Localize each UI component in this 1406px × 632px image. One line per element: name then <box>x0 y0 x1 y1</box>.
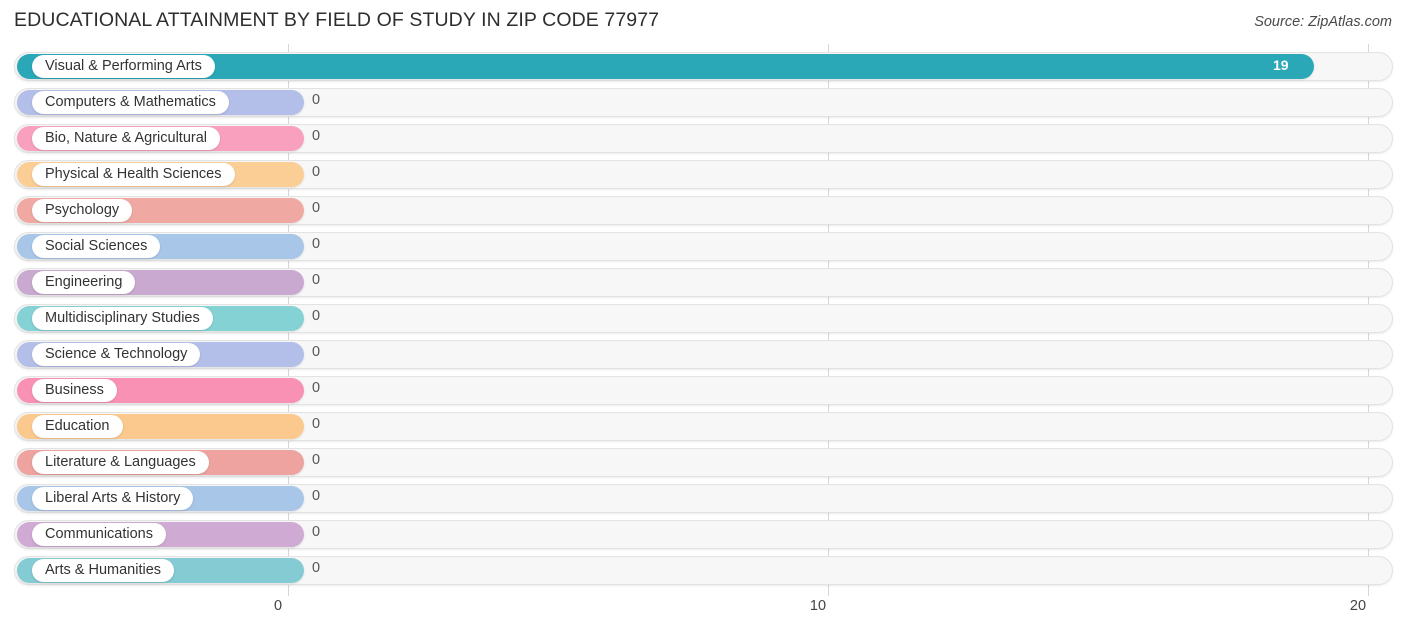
x-axis-tick-20: 20 <box>1349 598 1367 614</box>
category-label: Psychology <box>32 199 133 222</box>
bar-value-label: 0 <box>312 164 321 180</box>
bar-value-label: 0 <box>312 200 321 216</box>
bar-row[interactable]: Computers & Mathematics 0 <box>14 88 1393 117</box>
category-label: Literature & Languages <box>32 451 209 474</box>
bar-row[interactable]: Literature & Languages 0 <box>14 448 1393 477</box>
bar-rows: Visual & Performing Arts 19 Computers & Ma… <box>0 44 1406 596</box>
category-label: Engineering <box>32 271 136 294</box>
source-attribution: Source: ZipAtlas.com <box>1254 14 1392 30</box>
bar-row[interactable]: Communications 0 <box>14 520 1393 549</box>
page-title: EDUCATIONAL ATTAINMENT BY FIELD OF STUDY… <box>14 9 660 31</box>
bar-row[interactable]: Visual & Performing Arts 19 <box>14 52 1393 81</box>
chart-plot-area: Visual & Performing Arts 19 Computers & Ma… <box>0 44 1406 596</box>
category-label: Computers & Mathematics <box>32 91 229 114</box>
x-axis-tick-10: 10 <box>809 598 827 614</box>
category-label: Multidisciplinary Studies <box>32 307 213 330</box>
category-label: Physical & Health Sciences <box>32 163 235 186</box>
bar-row[interactable]: Social Sciences 0 <box>14 232 1393 261</box>
bar-value-label: 0 <box>312 380 321 396</box>
bar-value-label: 0 <box>312 488 321 504</box>
bar-value-label: 0 <box>312 236 321 252</box>
bar-value-label: 0 <box>312 344 321 360</box>
x-axis-tick-0: 0 <box>273 598 283 614</box>
bar-value-label: 0 <box>312 452 321 468</box>
category-label: Bio, Nature & Agricultural <box>32 127 220 150</box>
bar-value-label: 0 <box>312 560 321 576</box>
x-axis: 0 10 20 <box>0 594 1406 632</box>
chart-header: EDUCATIONAL ATTAINMENT BY FIELD OF STUDY… <box>0 0 1406 44</box>
bar-row[interactable]: Science & Technology 0 <box>14 340 1393 369</box>
bar-row[interactable]: Education 0 <box>14 412 1393 441</box>
bar-value-label: 0 <box>312 308 321 324</box>
category-label: Visual & Performing Arts <box>32 55 215 78</box>
bar-value-label: 0 <box>312 524 321 540</box>
category-label: Liberal Arts & History <box>32 487 194 510</box>
category-label: Business <box>32 379 117 402</box>
bar-row[interactable]: Multidisciplinary Studies 0 <box>14 304 1393 333</box>
bar-row[interactable]: Physical & Health Sciences 0 <box>14 160 1393 189</box>
bar-value-label: 19 <box>1273 57 1289 73</box>
category-label: Arts & Humanities <box>32 559 175 582</box>
bar-value-label: 0 <box>312 128 321 144</box>
bar-row[interactable]: Psychology 0 <box>14 196 1393 225</box>
bar-value-label: 0 <box>312 416 321 432</box>
category-label: Communications <box>32 523 166 546</box>
category-label: Science & Technology <box>32 343 201 366</box>
category-label: Education <box>32 415 123 438</box>
bar-row[interactable]: Business 0 <box>14 376 1393 405</box>
bar-row[interactable]: Liberal Arts & History 0 <box>14 484 1393 513</box>
bar-row[interactable]: Arts & Humanities 0 <box>14 556 1393 585</box>
category-label: Social Sciences <box>32 235 161 258</box>
bar-value-label: 0 <box>312 272 321 288</box>
bar-row[interactable]: Bio, Nature & Agricultural 0 <box>14 124 1393 153</box>
bar-row[interactable]: Engineering 0 <box>14 268 1393 297</box>
bar-value-label: 0 <box>312 92 321 108</box>
